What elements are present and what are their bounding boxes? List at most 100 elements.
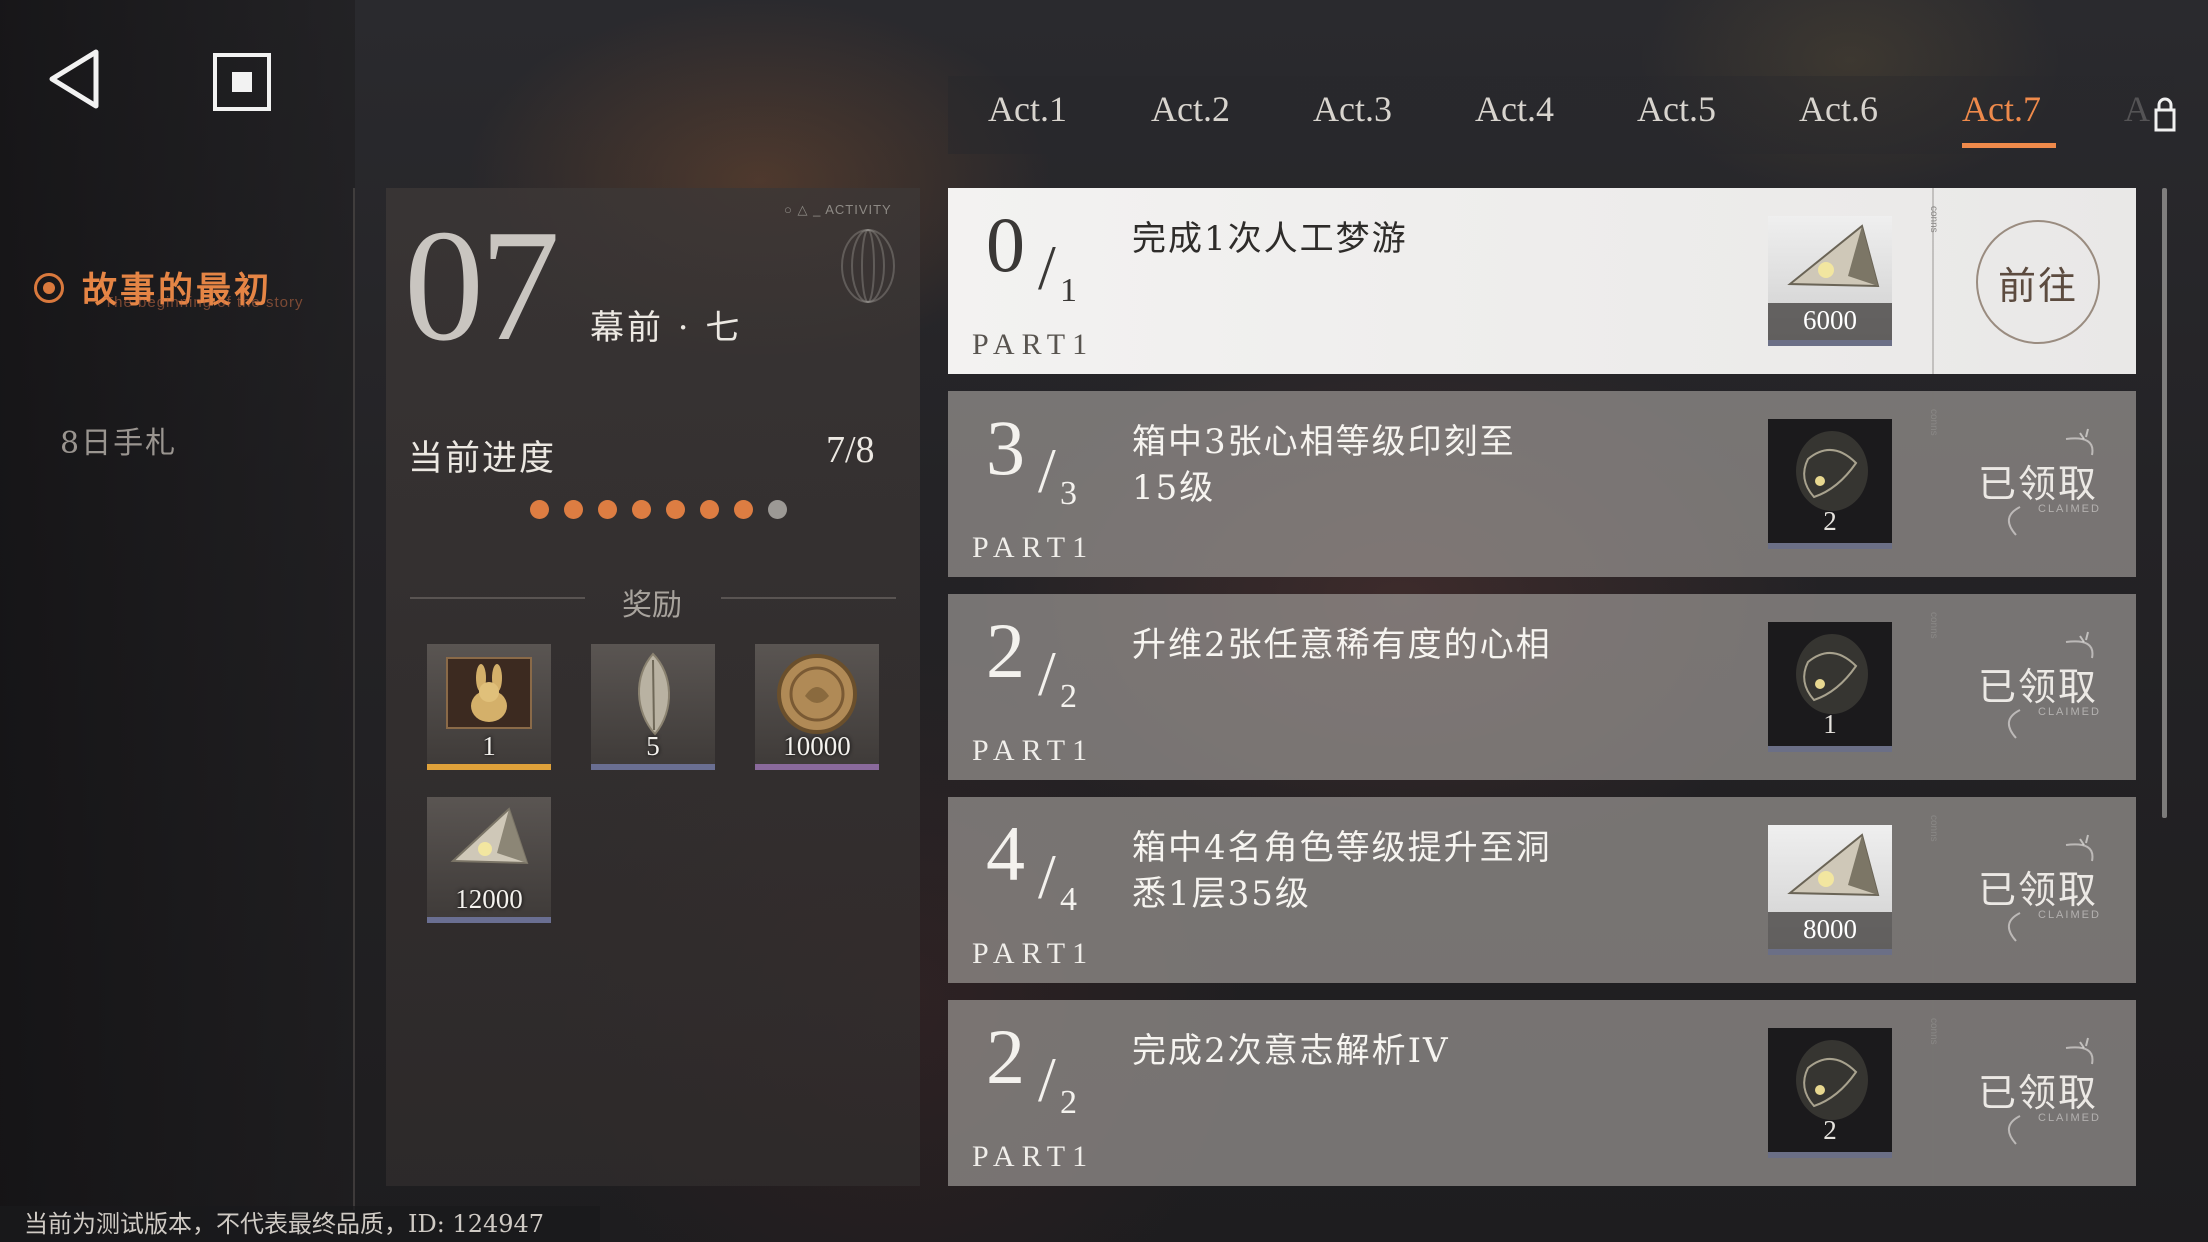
rarity-bar	[755, 764, 879, 770]
progress-dots	[530, 500, 787, 519]
card-separator-tag: conns	[1928, 612, 1939, 639]
active-tab-indicator	[1962, 143, 2056, 148]
rabbit-box-icon	[446, 657, 532, 729]
quest-current: 2	[986, 607, 1025, 694]
card-separator-tag: conns	[1928, 206, 1939, 233]
radio-selected-icon	[34, 272, 64, 303]
quest-reward[interactable]: 2	[1768, 419, 1892, 549]
quest-current: 4	[986, 810, 1025, 897]
rarity-bar	[427, 917, 551, 923]
back-button[interactable]	[46, 48, 102, 110]
quest-description: 箱中3张心相等级印刻至15级	[1132, 422, 1516, 508]
rarity-bar	[591, 764, 715, 770]
back-triangle-icon	[49, 49, 99, 109]
rarity-bar	[1768, 340, 1892, 346]
sidebar-item-8day-notes[interactable]: 8日手札	[60, 418, 177, 462]
quest-list-scrollbar[interactable]	[2162, 188, 2167, 818]
stop-button[interactable]	[213, 53, 271, 111]
quest-reward[interactable]: 1	[1768, 622, 1892, 752]
feather-crystal-icon	[638, 652, 670, 736]
crystal-shard-icon	[1787, 833, 1880, 897]
reward-qty: 12000	[455, 884, 523, 914]
coin-icon	[777, 654, 857, 734]
quest-reward-qty: 1	[1823, 709, 1837, 739]
card-separator-tag: conns	[1928, 815, 1939, 842]
quest-current: 0	[986, 201, 1025, 288]
card-separator-tag: conns	[1928, 1018, 1939, 1045]
claimed-status: 已领取	[1978, 1071, 2099, 1115]
quest-description: 箱中4名角色等级提升至洞悉1层35级	[1132, 828, 1552, 914]
claimed-status-sub: CLAIMED	[2038, 706, 2101, 718]
claimed-status: 已领取	[1978, 665, 2099, 709]
crystal-shard-icon	[450, 807, 529, 865]
sidebar-divider	[353, 188, 355, 1210]
quest-slash: /	[1038, 841, 1056, 912]
quest-card: 2 / 2 PART1 升维2张任意稀有度的心相 1 conns 已领取 CLA…	[948, 594, 2136, 780]
quest-part: PART1	[972, 937, 1095, 970]
quest-card: 0 / 1 PART1 完成1次人工梦游 6000 conns 前往	[948, 188, 2136, 374]
quest-reward[interactable]: 8000	[1768, 825, 1892, 955]
quest-total: 3	[1060, 475, 1077, 512]
quest-reward[interactable]: 6000	[1768, 216, 1892, 346]
quest-total: 2	[1060, 1084, 1077, 1121]
quest-total: 2	[1060, 678, 1077, 715]
quest-part: PART1	[972, 734, 1095, 767]
tab-act-3[interactable]: Act.3	[1313, 88, 1392, 130]
progress-label: 当前进度	[408, 439, 557, 479]
reward-item[interactable]: 1	[427, 644, 551, 770]
quest-current: 3	[986, 404, 1025, 491]
reward-item[interactable]: 5	[591, 644, 715, 770]
quest-slash: /	[1038, 435, 1056, 506]
quest-total: 1	[1060, 272, 1077, 309]
activity-tag: ○ △ _ ACTIVITY	[784, 202, 892, 217]
claimed-status-sub: CLAIMED	[2038, 503, 2101, 515]
quest-current: 2	[986, 1013, 1025, 1100]
rewards-title: 奖励	[622, 588, 682, 623]
tab-act-5[interactable]: Act.5	[1637, 88, 1716, 130]
claimed-status-sub: CLAIMED	[2038, 909, 2101, 921]
go-button[interactable]: 前往	[1976, 220, 2100, 344]
reward-item[interactable]: 12000	[427, 797, 551, 923]
reward-qty: 1	[482, 731, 496, 761]
tab-act-4[interactable]: Act.4	[1475, 88, 1554, 130]
rarity-bar	[1768, 543, 1892, 549]
rarity-bar	[1768, 746, 1892, 752]
quest-slash: /	[1038, 638, 1056, 709]
progress-dot	[598, 500, 617, 519]
quest-card: 2 / 2 PART1 完成2次意志解析IV 2 conns 已领取 CLAIM…	[948, 1000, 2136, 1186]
quest-reward-qty: 2	[1823, 506, 1837, 536]
reward-qty: 10000	[783, 731, 851, 761]
quest-description: 升维2张任意稀有度的心相	[1132, 625, 1552, 665]
tab-act-7[interactable]: Act.7	[1962, 88, 2041, 130]
tab-act-2[interactable]: Act.2	[1151, 88, 1230, 130]
quest-part: PART1	[972, 328, 1095, 361]
claimed-status: 已领取	[1978, 868, 2099, 912]
progress-dot	[530, 500, 549, 519]
sidebar-item-subtitle: The beginning of the story	[104, 294, 304, 311]
tab-act-8-partial[interactable]: A	[2124, 88, 2150, 130]
stop-square-icon	[232, 72, 252, 92]
quest-reward-qty: 8000	[1768, 912, 1892, 949]
quest-reward[interactable]: 2	[1768, 1028, 1892, 1158]
quest-part: PART1	[972, 1140, 1095, 1173]
lock-icon	[2154, 97, 2176, 132]
quest-card: 3 / 3 PART1 箱中3张心相等级印刻至15级 2 conns 已领取 C…	[948, 391, 2136, 577]
crystal-shard-icon	[1787, 224, 1880, 288]
quest-description: 完成2次意志解析IV	[1132, 1031, 1450, 1071]
reward-item[interactable]: 10000	[755, 644, 879, 770]
quest-description: 完成1次人工梦游	[1132, 219, 1408, 259]
progress-dot	[700, 500, 719, 519]
quest-total: 4	[1060, 881, 1077, 918]
quest-reward-qty: 6000	[1768, 303, 1892, 340]
progress-dot	[564, 500, 583, 519]
claimed-status-sub: CLAIMED	[2038, 1112, 2101, 1124]
card-separator-tag: conns	[1928, 409, 1939, 436]
quest-slash: /	[1038, 1044, 1056, 1115]
reward-qty: 5	[646, 731, 660, 761]
progress-dot	[632, 500, 651, 519]
tab-act-1[interactable]: Act.1	[988, 88, 1067, 130]
tab-act-6[interactable]: Act.6	[1799, 88, 1878, 130]
claimed-status: 已领取	[1978, 462, 2099, 506]
rarity-bar	[1768, 1152, 1892, 1158]
rarity-bar	[427, 764, 551, 770]
